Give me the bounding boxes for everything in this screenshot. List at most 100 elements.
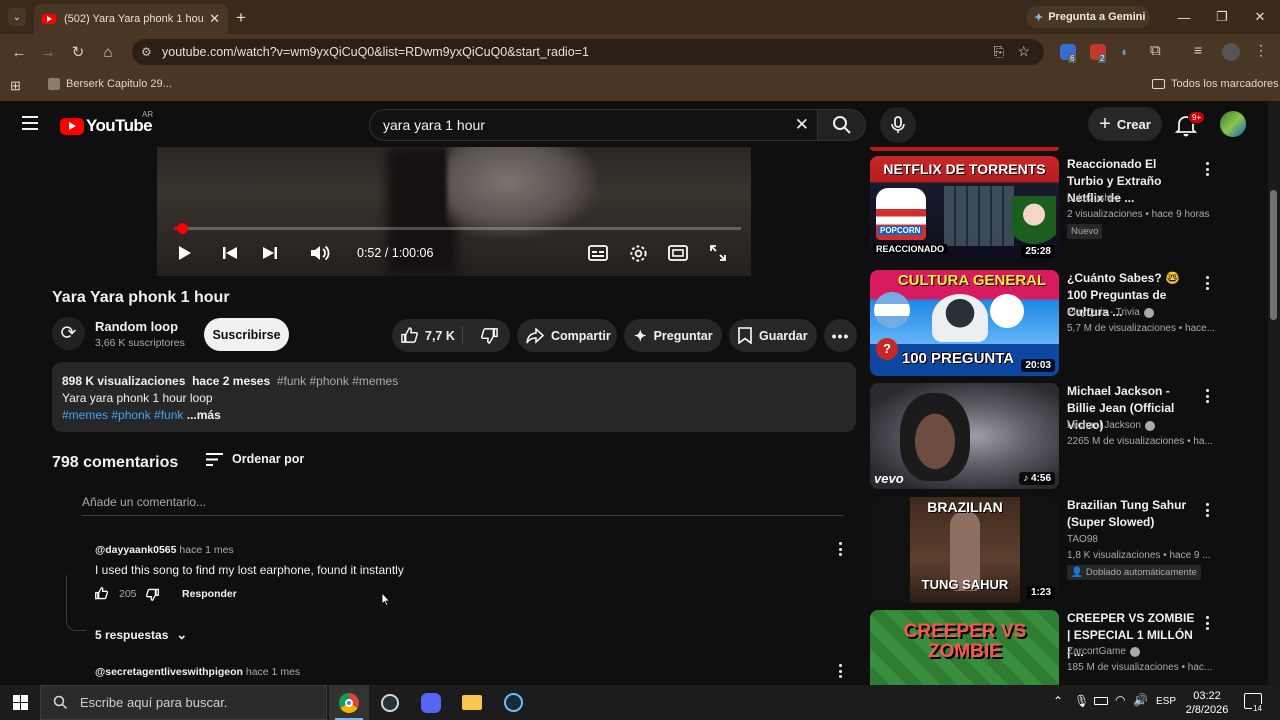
recommendation-item[interactable]: CULTURA GENERAL ? 100 PREGUNTA 20:03 ¿Cu… — [870, 270, 1268, 376]
read-aloud-icon[interactable]: ◖ — [1120, 44, 1128, 59]
description-box[interactable]: 898 K visualizaciones hace 2 meses #funk… — [52, 362, 856, 432]
like-button[interactable]: 7,7 K — [392, 319, 462, 352]
recommendation-menu-button[interactable] — [1200, 160, 1214, 178]
taskbar-file-explorer[interactable] — [452, 685, 492, 720]
progress-bar[interactable] — [174, 223, 741, 234]
dislike-button[interactable] — [472, 319, 506, 352]
reply-button[interactable]: Responder — [182, 588, 237, 600]
next-button[interactable] — [259, 242, 281, 264]
hamburger-menu-icon[interactable] — [22, 116, 38, 130]
recommendation-menu-button[interactable] — [1200, 387, 1214, 405]
recommendation-thumbnail[interactable]: CREEPER VS ZOMBIE — [870, 610, 1059, 685]
recommendation-channel[interactable]: PlayQuiz - Trivia — [1067, 307, 1154, 318]
tab-list-icon[interactable]: ≡ — [1194, 42, 1202, 58]
recommendation-title[interactable]: Brazilian Tung Sahur (Super Slowed) — [1067, 497, 1195, 531]
recommendation-menu-button[interactable] — [1200, 501, 1214, 519]
recommendation-item[interactable]: CREEPER VS ZOMBIE CREEPER VS ZOMBIE | ES… — [870, 610, 1268, 685]
recommendation-channel[interactable]: Michael Jackson — [1067, 420, 1155, 431]
wifi-icon[interactable]: ◠ — [1115, 693, 1125, 707]
recommendation-thumbnail[interactable]: BRAZILIAN TUNG SAHUR 1:23 — [870, 497, 1059, 603]
show-hidden-icons[interactable]: ⌃ — [1053, 694, 1063, 708]
chrome-menu-icon[interactable]: ⋮ — [1254, 42, 1268, 59]
save-button[interactable]: Guardar — [729, 319, 817, 352]
recommendation-thumbnail[interactable]: CULTURA GENERAL ? 100 PREGUNTA 20:03 — [870, 270, 1059, 376]
theater-mode-button[interactable] — [667, 242, 689, 264]
browser-tab[interactable]: (502) Yara Yara phonk 1 hour - Y ✕ — [34, 4, 228, 34]
recommendation-item[interactable]: BRAZILIAN TUNG SAHUR 1:23 Brazilian Tung… — [870, 497, 1268, 603]
page-scrollbar-thumb[interactable] — [1270, 190, 1277, 320]
recommendation-menu-button[interactable] — [1200, 614, 1214, 632]
start-button[interactable] — [0, 685, 40, 720]
hashtag-links[interactable]: #memes #phonk #funk — [62, 408, 183, 422]
gemini-button[interactable]: ✦ Pregunta a Gemini — [1026, 6, 1150, 28]
settings-button[interactable] — [627, 242, 649, 264]
battery-icon[interactable] — [1094, 697, 1108, 705]
recommendation-item[interactable]: vevo ♪ 4:56 Michael Jackson - Billie Jea… — [870, 383, 1268, 489]
bookmark-star-icon[interactable]: ☆ — [1017, 43, 1030, 60]
taskbar-search-input[interactable]: Escribe aquí para buscar. — [40, 685, 327, 720]
comment-author[interactable]: @dayyaank0565 — [95, 544, 176, 556]
comment-like-button[interactable]: 205 — [95, 587, 137, 600]
close-window-button[interactable]: ✕ — [1240, 0, 1280, 34]
comment-menu-button[interactable] — [833, 662, 847, 680]
tab-search-button[interactable]: ⌄ — [8, 8, 26, 26]
extensions-puzzle-icon[interactable]: ⧉ — [1150, 42, 1161, 59]
subtitles-button[interactable] — [587, 242, 609, 264]
comment-menu-button[interactable] — [833, 540, 847, 558]
home-button[interactable]: ⌂ — [96, 40, 120, 64]
add-comment-input[interactable]: Añade un comentario... — [82, 495, 844, 516]
account-avatar[interactable] — [1220, 111, 1246, 137]
view-replies-button[interactable]: 5 respuestas ⌄ — [95, 627, 187, 643]
channel-avatar[interactable]: ⟳ — [52, 317, 85, 350]
comment-dislike-button[interactable] — [145, 588, 159, 606]
recommendation-channel[interactable]: TAO98 — [1067, 534, 1098, 545]
recommendation-menu-button[interactable] — [1200, 274, 1214, 292]
bookmark-berserk[interactable]: Berserk Capitulo 29... — [48, 78, 172, 90]
close-tab-icon[interactable]: ✕ — [209, 11, 220, 27]
recommendation-thumbnail[interactable]: NETFLIX DE TORRENTS POPCORN REACCIONADO … — [870, 156, 1059, 262]
profile-avatar-icon[interactable] — [1222, 43, 1240, 61]
youtube-logo[interactable]: YouTube AR — [60, 110, 153, 136]
fullscreen-button[interactable] — [707, 242, 729, 264]
play-button[interactable] — [173, 242, 195, 264]
maximize-button[interactable]: ❐ — [1202, 0, 1242, 34]
more-actions-button[interactable]: ••• — [824, 319, 857, 352]
back-button[interactable]: ← — [7, 40, 31, 64]
taskbar-app-2[interactable] — [370, 685, 410, 720]
language-indicator[interactable]: ESP — [1156, 696, 1176, 707]
all-bookmarks-folder[interactable]: Todos los marcadores — [1152, 78, 1279, 90]
voice-search-button[interactable] — [880, 107, 916, 143]
reload-button[interactable]: ↻ — [66, 40, 90, 64]
volume-button[interactable] — [309, 242, 331, 264]
taskbar-app-3[interactable] — [411, 685, 451, 720]
volume-tray-icon[interactable]: 🔊 — [1133, 693, 1148, 707]
recommendation-item[interactable]: NETFLIX DE TORRENTS POPCORN REACCIONADO … — [870, 156, 1268, 262]
channel-name[interactable]: Random loop — [95, 319, 178, 334]
forward-button[interactable]: → — [36, 40, 60, 64]
subscribe-button[interactable]: Suscribirse — [204, 318, 289, 351]
recommendation-thumbnail[interactable]: vevo ♪ 4:56 — [870, 383, 1059, 489]
apps-grid-icon[interactable]: ⊞ — [10, 78, 21, 94]
show-more-link[interactable]: ...más — [187, 408, 221, 422]
recommendation-channel[interactable]: Lukazushiki — [1067, 193, 1119, 204]
comment-author[interactable]: @secretagentliveswithpigeon — [95, 666, 243, 678]
ask-button[interactable]: ✦ Preguntar — [624, 319, 722, 352]
previous-button[interactable] — [219, 242, 241, 264]
taskbar-chrome[interactable] — [329, 685, 369, 720]
share-button[interactable]: Compartir — [517, 319, 617, 352]
address-bar[interactable]: ⚙ youtube.com/watch?v=wm9yxQiCuQ0&list=R… — [132, 39, 1044, 65]
taskbar-steam[interactable] — [493, 685, 533, 720]
new-tab-button[interactable]: + — [236, 8, 246, 28]
taskbar-clock[interactable]: 03:22 2/8/2026 — [1182, 689, 1232, 717]
site-info-icon[interactable]: ⚙ — [141, 45, 152, 59]
minimize-button[interactable]: — — [1164, 0, 1204, 34]
description-tags[interactable]: #funk #phonk #memes — [277, 374, 398, 388]
search-input[interactable]: yara yara 1 hour ✕ — [369, 109, 818, 141]
clear-search-icon[interactable]: ✕ — [795, 115, 809, 135]
create-button[interactable]: + Crear — [1088, 107, 1162, 141]
search-button[interactable] — [818, 109, 866, 141]
install-app-icon[interactable]: ⎘ — [994, 44, 1004, 60]
recommendation-channel[interactable]: ZarcortGame — [1067, 646, 1140, 657]
page-scrollbar-track[interactable] — [1268, 101, 1280, 685]
video-player[interactable] — [157, 147, 751, 276]
